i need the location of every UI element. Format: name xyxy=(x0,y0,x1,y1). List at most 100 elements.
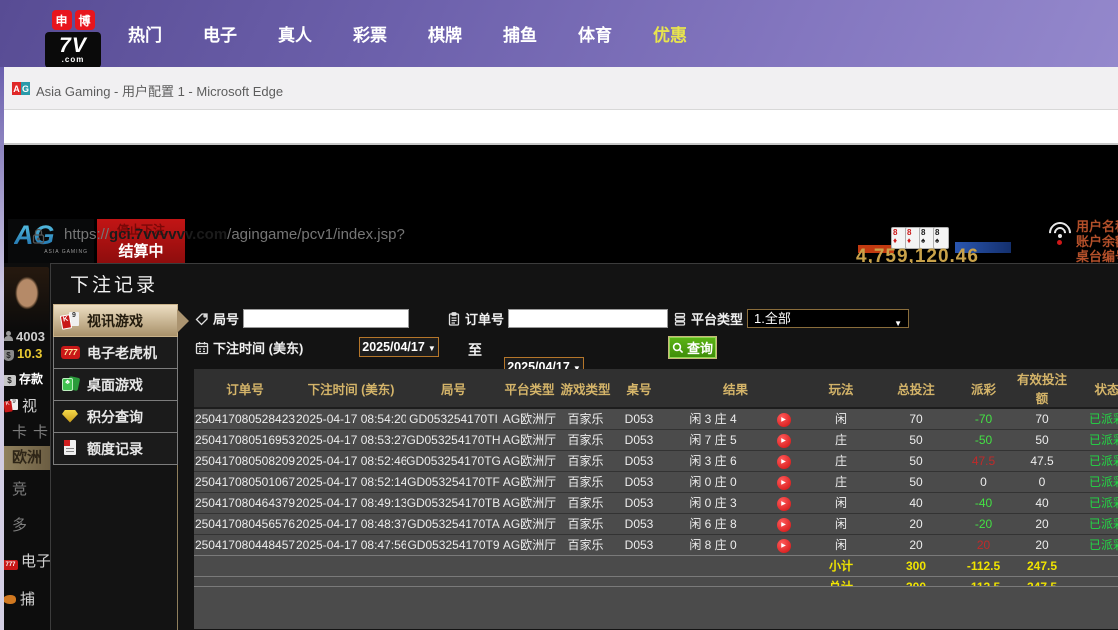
nav-item-7[interactable]: 优惠 xyxy=(653,21,687,46)
chevron-down-icon: ▼ xyxy=(428,344,436,353)
sidebar-item-3[interactable]: 积分查询 xyxy=(53,400,178,433)
replay-button[interactable]: ▶ xyxy=(777,455,791,469)
ag-favicon: AG xyxy=(12,82,30,95)
wifi-icon xyxy=(1046,220,1074,242)
bg-menu-video[interactable]: 9K视 xyxy=(0,395,37,416)
sidebar-item-1[interactable]: 777电子老虎机 xyxy=(53,336,178,369)
sidebar-item-4[interactable]: 额度记录 xyxy=(53,432,178,465)
table-header-row: 订单号下注时间 (美东)局号平台类型游戏类型桌号结果玩法总投注派彩有效投注额状态 xyxy=(194,369,1118,408)
nav-item-1[interactable]: 电子 xyxy=(203,21,237,46)
to-label: 至 xyxy=(468,340,482,360)
bg-menu-dianzi[interactable]: 777电子 xyxy=(0,550,51,571)
logo-7v-box: 7V .com xyxy=(45,32,101,68)
table-empty-area xyxy=(194,586,1118,629)
table-row: 2504170805284232025-04-17 08:54:20GD0532… xyxy=(194,408,1118,429)
table-row: 2504170805082092025-04-17 08:52:46GD0532… xyxy=(194,450,1118,471)
database-icon xyxy=(673,312,687,326)
background-left-panel: 4003 $10.3 $存款 9K视 卡卡 欧洲 竞 多 777电子 捕 xyxy=(0,263,50,630)
bet-records-modal: 下注记录 9K视讯游戏777电子老虎机♣桌面游戏积分查询额度记录 局号 订单号 … xyxy=(50,263,1118,630)
col-header: 总投注 xyxy=(876,369,956,408)
site-nav-bar: 申 博 7V .com 热门 电子 真人 彩票 棋牌 捕鱼 体育 优惠 xyxy=(0,0,1118,67)
bet-time-label-group: 下注时间 (美东) xyxy=(195,338,303,357)
bg-menu-jing[interactable]: 竞 xyxy=(0,478,27,499)
site-logo[interactable]: 申 博 7V .com xyxy=(45,10,101,68)
settling-label: 结算中 xyxy=(97,240,185,261)
user-info-label: 桌台编号 xyxy=(1076,249,1118,264)
sidebar-item-0[interactable]: 9K视讯游戏 xyxy=(53,304,178,337)
bg-menu-bu[interactable]: 捕 xyxy=(0,588,35,609)
credit-record-icon xyxy=(61,440,81,458)
col-header: 游戏类型 xyxy=(558,369,613,408)
bg-menu-europe[interactable]: 欧洲 xyxy=(0,446,50,470)
modal-sidebar: 9K视讯游戏777电子老虎机♣桌面游戏积分查询额度记录 xyxy=(53,304,178,630)
col-header: 平台类型 xyxy=(501,369,558,408)
sidebar-item-2[interactable]: ♣桌面游戏 xyxy=(53,368,178,401)
nav-item-0[interactable]: 热门 xyxy=(128,21,162,46)
user-avatar xyxy=(3,267,49,331)
replay-button[interactable]: ▶ xyxy=(777,497,791,511)
round-number-input[interactable] xyxy=(243,309,409,328)
chevron-down-icon: ▼ xyxy=(894,315,902,332)
deposit-button[interactable]: $存款 xyxy=(3,370,43,387)
bg-menu-card[interactable]: 卡卡 xyxy=(0,421,54,442)
col-header: 订单号 xyxy=(194,369,296,408)
money-bag-icon: $ xyxy=(3,350,14,361)
mini-cards-icon: 9K xyxy=(4,399,19,413)
order-filter: 订单号 xyxy=(447,309,668,328)
window-title: Asia Gaming - 用户配置 1 - Microsoft Edge xyxy=(36,81,283,100)
clipboard-icon xyxy=(447,312,461,326)
replay-button[interactable]: ▶ xyxy=(777,434,791,448)
round-filter: 局号 xyxy=(195,309,409,328)
mini-777-icon: 777 xyxy=(3,560,18,570)
table-games-icon: ♣ xyxy=(61,376,81,394)
user-info-label: 账户余额 xyxy=(1076,234,1118,249)
address-url[interactable]: https://gci.7vvvvvv.com/agingame/pcv1/in… xyxy=(64,226,405,243)
logo-badge-bo: 博 xyxy=(75,10,95,30)
tag-icon xyxy=(195,312,209,326)
person-icon xyxy=(3,331,13,341)
col-header: 结果 xyxy=(665,369,806,408)
nav-item-2[interactable]: 真人 xyxy=(278,21,312,46)
subtotal-row: 小计300-112.5247.5 xyxy=(194,555,1118,576)
table-row: 2504170805169532025-04-17 08:53:27GD0532… xyxy=(194,429,1118,450)
search-button[interactable]: 查询 xyxy=(668,336,717,359)
nav-item-5[interactable]: 捕鱼 xyxy=(503,21,537,46)
nav-item-4[interactable]: 棋牌 xyxy=(428,21,462,46)
table-row: 2504170804484572025-04-17 08:47:56GD0532… xyxy=(194,534,1118,555)
col-header: 状态 xyxy=(1073,369,1118,408)
online-count: 4003 xyxy=(3,329,45,344)
platform-type-select[interactable]: 1.全部▼ xyxy=(747,309,909,328)
date-from-select[interactable]: 2025/04/17▼ xyxy=(359,337,439,357)
replay-button[interactable]: ▶ xyxy=(777,413,791,427)
balance-amount: $10.3 xyxy=(3,346,42,361)
video-cards-icon: 9K xyxy=(61,312,81,330)
platform-filter: 平台类型 1.全部▼ xyxy=(673,309,909,328)
calendar-icon xyxy=(195,341,209,355)
top-nav-items: 热门 电子 真人 彩票 棋牌 捕鱼 体育 优惠 xyxy=(128,0,687,67)
slot-777-icon: 777 xyxy=(61,344,81,362)
dollar-badge-icon: $ xyxy=(3,375,16,386)
nav-item-6[interactable]: 体育 xyxy=(578,21,612,46)
bg-menu-duo[interactable]: 多 xyxy=(0,514,27,535)
col-header: 有效投注额 xyxy=(1011,369,1073,408)
replay-button[interactable]: ▶ xyxy=(777,539,791,553)
replay-button[interactable]: ▶ xyxy=(777,476,791,490)
browser-titlebar: AG Asia Gaming - 用户配置 1 - Microsoft Edge xyxy=(0,67,1118,110)
points-gem-icon xyxy=(61,408,81,426)
col-header: 玩法 xyxy=(806,369,876,408)
mini-fish-icon xyxy=(3,595,16,604)
search-icon xyxy=(672,342,684,354)
nav-item-3[interactable]: 彩票 xyxy=(353,21,387,46)
browser-urlbar[interactable]: https://gci.7vvvvvv.com/agingame/pcv1/in… xyxy=(0,110,1118,145)
window-edge-strip xyxy=(0,67,4,630)
bet-records-table: 订单号下注时间 (美东)局号平台类型游戏类型桌号结果玩法总投注派彩有效投注额状态… xyxy=(194,369,1118,597)
replay-button[interactable]: ▶ xyxy=(777,518,791,532)
col-header: 下注时间 (美东) xyxy=(296,369,406,408)
user-info-labels: 用户名称账户余额桌台编号 xyxy=(1076,219,1118,264)
user-info-label: 用户名称 xyxy=(1076,219,1118,234)
logo-badge-shen: 申 xyxy=(52,10,72,30)
order-number-input[interactable] xyxy=(508,309,668,328)
table-row: 2504170804565762025-04-17 08:48:37GD0532… xyxy=(194,513,1118,534)
lock-icon xyxy=(31,228,46,245)
col-header: 派彩 xyxy=(956,369,1011,408)
